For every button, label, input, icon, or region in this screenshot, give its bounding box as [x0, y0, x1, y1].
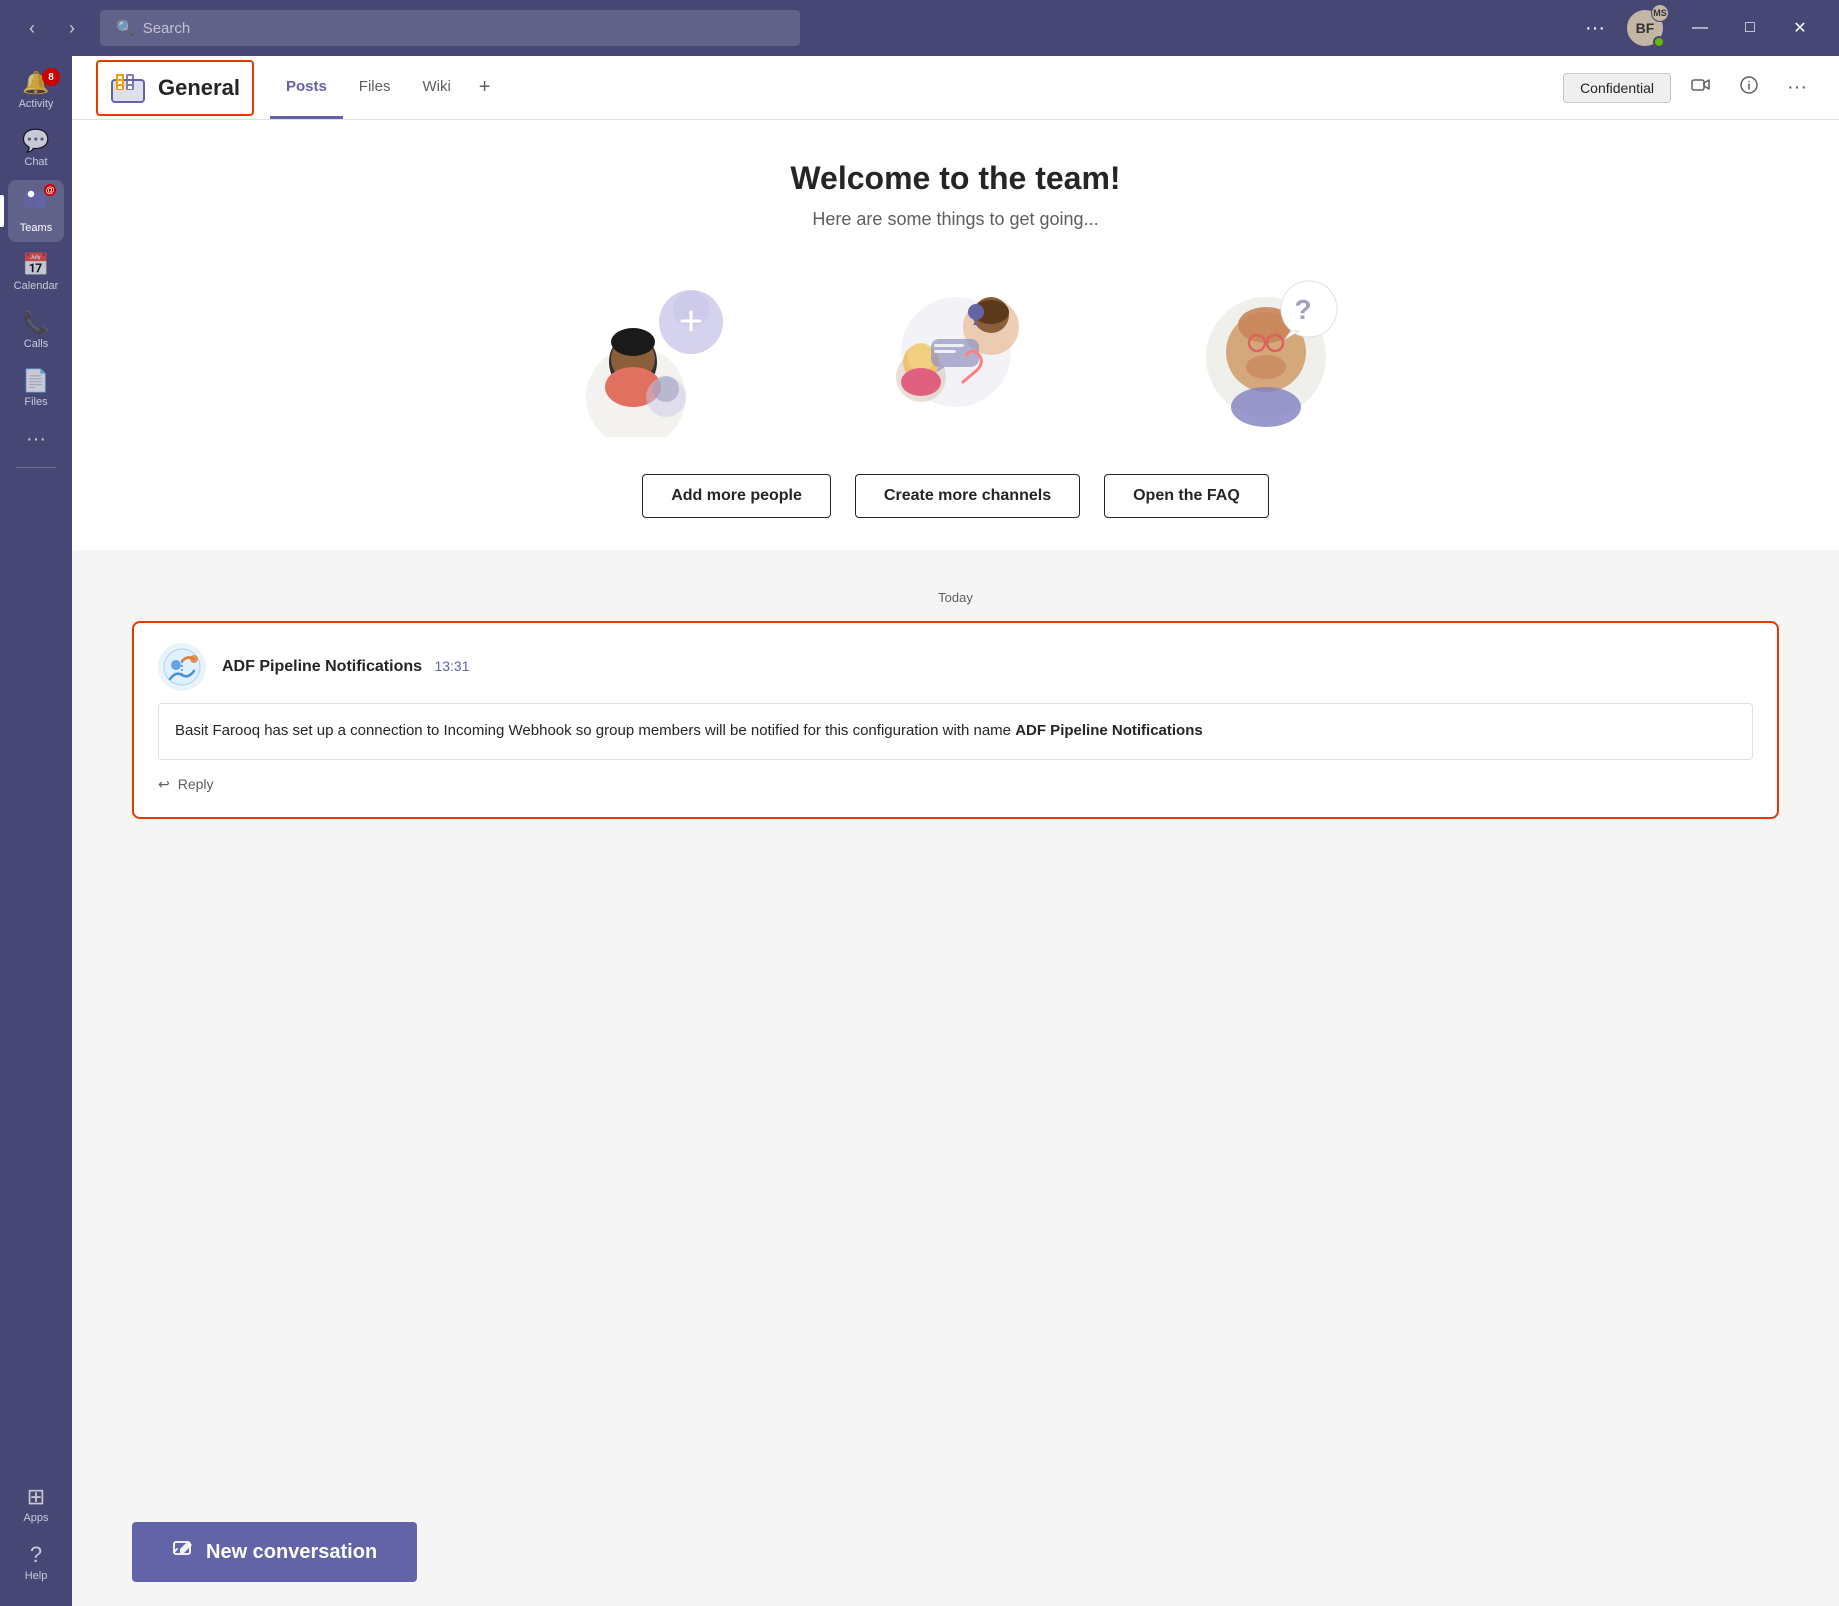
message-body-bold: ADF Pipeline Notifications: [1015, 722, 1203, 739]
online-status-dot: [1653, 36, 1665, 48]
message-time: 13:31: [434, 658, 469, 674]
video-call-button[interactable]: [1683, 70, 1719, 106]
tab-wiki[interactable]: Wiki: [406, 56, 466, 119]
teams-badge: @: [44, 184, 56, 196]
user-avatar-container[interactable]: MS BF: [1625, 8, 1665, 48]
reply-label: Reply: [178, 776, 214, 792]
posts-area: Welcome to the team! Here are some thing…: [72, 120, 1839, 1606]
title-bar-right: ··· MS BF — □ ✕: [1577, 8, 1823, 48]
more-options-button[interactable]: ···: [1577, 13, 1613, 44]
add-more-people-button[interactable]: Add more people: [642, 474, 831, 518]
welcome-title: Welcome to the team!: [790, 160, 1120, 197]
tab-add-button[interactable]: +: [467, 56, 503, 119]
sidebar-item-teams[interactable]: Teams @: [8, 180, 64, 242]
info-icon: [1739, 75, 1759, 100]
video-icon: [1691, 75, 1711, 100]
sidebar: 🔔 Activity 8 💬 Chat Teams @ 📅 Calendar: [0, 56, 72, 1606]
main-layout: 🔔 Activity 8 💬 Chat Teams @ 📅 Calendar: [0, 56, 1839, 1606]
message-header: ADF Pipeline Notifications 13:31: [158, 643, 1753, 691]
message-body: Basit Farooq has set up a connection to …: [158, 703, 1753, 760]
channel-title-block: General: [96, 60, 254, 116]
maximize-button[interactable]: □: [1727, 12, 1773, 44]
channel-tabs: Posts Files Wiki +: [270, 56, 503, 119]
confidential-badge[interactable]: Confidential: [1563, 73, 1671, 103]
channel-name: General: [158, 75, 240, 101]
message-card: ADF Pipeline Notifications 13:31 Basit F…: [132, 621, 1779, 819]
welcome-actions: Add more people Create more channels Ope…: [642, 474, 1269, 518]
sidebar-bottom: ⊞ Apps ? Help: [8, 1478, 64, 1598]
calls-icon: 📞: [22, 312, 49, 334]
minimize-button[interactable]: —: [1677, 12, 1723, 44]
welcome-section: Welcome to the team! Here are some thing…: [72, 120, 1839, 550]
search-bar[interactable]: 🔍: [100, 10, 800, 46]
channel-more-button[interactable]: ···: [1779, 70, 1815, 106]
activity-badge: 8: [42, 68, 60, 86]
nav-buttons: ‹ ›: [16, 12, 88, 44]
new-conversation-button[interactable]: New conversation: [132, 1522, 417, 1582]
date-divider-text: Today: [938, 590, 973, 605]
message-sender: ADF Pipeline Notifications: [222, 658, 422, 675]
help-label: Help: [25, 1570, 48, 1582]
add-people-illustration: [556, 262, 756, 442]
files-label: Files: [24, 396, 47, 408]
activity-label: Activity: [19, 98, 54, 110]
content-area: General Posts Files Wiki + Confidential: [72, 56, 1839, 1606]
message-body-text: Basit Farooq has set up a connection to …: [175, 722, 1015, 739]
reply-button[interactable]: ↩ Reply: [158, 772, 1753, 797]
channel-header: General Posts Files Wiki + Confidential: [72, 56, 1839, 120]
tab-posts[interactable]: Posts: [270, 56, 343, 119]
new-conversation-label: New conversation: [206, 1541, 377, 1564]
sidebar-divider: [16, 467, 56, 468]
chat-icon: 💬: [22, 130, 49, 152]
sidebar-more-icon: ···: [26, 428, 46, 450]
info-button[interactable]: [1731, 70, 1767, 106]
sidebar-item-calendar[interactable]: 📅 Calendar: [8, 246, 64, 300]
new-conv-icon: [172, 1538, 194, 1566]
sidebar-item-files[interactable]: 📄 Files: [8, 362, 64, 416]
sidebar-item-apps[interactable]: ⊞ Apps: [8, 1478, 64, 1532]
apps-label: Apps: [23, 1512, 48, 1524]
message-avatar: [158, 643, 206, 691]
reply-icon: ↩: [158, 776, 170, 793]
welcome-subtitle: Here are some things to get going...: [812, 209, 1098, 230]
sidebar-item-chat[interactable]: 💬 Chat: [8, 122, 64, 176]
more-icon: ···: [1787, 76, 1807, 99]
faq-illustration: ?: [1156, 262, 1356, 442]
search-input[interactable]: [143, 20, 784, 37]
title-bar: ‹ › 🔍 ··· MS BF — □ ✕: [0, 0, 1839, 56]
create-channels-card: [836, 262, 1076, 442]
ms-badge: MS: [1651, 4, 1669, 22]
forward-button[interactable]: ›: [56, 12, 88, 44]
faq-card: ?: [1136, 262, 1376, 442]
help-icon: ?: [30, 1544, 42, 1566]
create-channels-illustration: [856, 262, 1056, 442]
calendar-label: Calendar: [14, 280, 59, 292]
close-button[interactable]: ✕: [1777, 12, 1823, 44]
sidebar-more[interactable]: ···: [26, 420, 46, 459]
chat-label: Chat: [24, 156, 47, 168]
sidebar-item-help[interactable]: ? Help: [8, 1536, 64, 1590]
create-more-channels-button[interactable]: Create more channels: [855, 474, 1080, 518]
search-icon: 🔍: [116, 19, 135, 37]
sidebar-item-calls[interactable]: 📞 Calls: [8, 304, 64, 358]
back-button[interactable]: ‹: [16, 12, 48, 44]
date-divider: Today: [132, 590, 1779, 605]
open-faq-button[interactable]: Open the FAQ: [1104, 474, 1269, 518]
tab-files[interactable]: Files: [343, 56, 407, 119]
calendar-icon: 📅: [22, 254, 49, 276]
new-conversation-bar: New conversation: [72, 1502, 1839, 1606]
welcome-cards: ?: [536, 262, 1376, 442]
channel-header-right: Confidential: [1563, 70, 1815, 106]
calls-label: Calls: [24, 338, 48, 350]
posts-content: Today: [72, 550, 1839, 1502]
add-people-card: [536, 262, 776, 442]
sidebar-item-activity[interactable]: 🔔 Activity 8: [8, 64, 64, 118]
message-info: ADF Pipeline Notifications 13:31: [222, 658, 470, 676]
apps-icon: ⊞: [27, 1486, 45, 1508]
teams-label: Teams: [20, 222, 52, 234]
channel-icon: [110, 70, 146, 106]
window-controls: — □ ✕: [1677, 12, 1823, 44]
files-icon: 📄: [22, 370, 49, 392]
svg-text:?: ?: [1294, 294, 1311, 325]
